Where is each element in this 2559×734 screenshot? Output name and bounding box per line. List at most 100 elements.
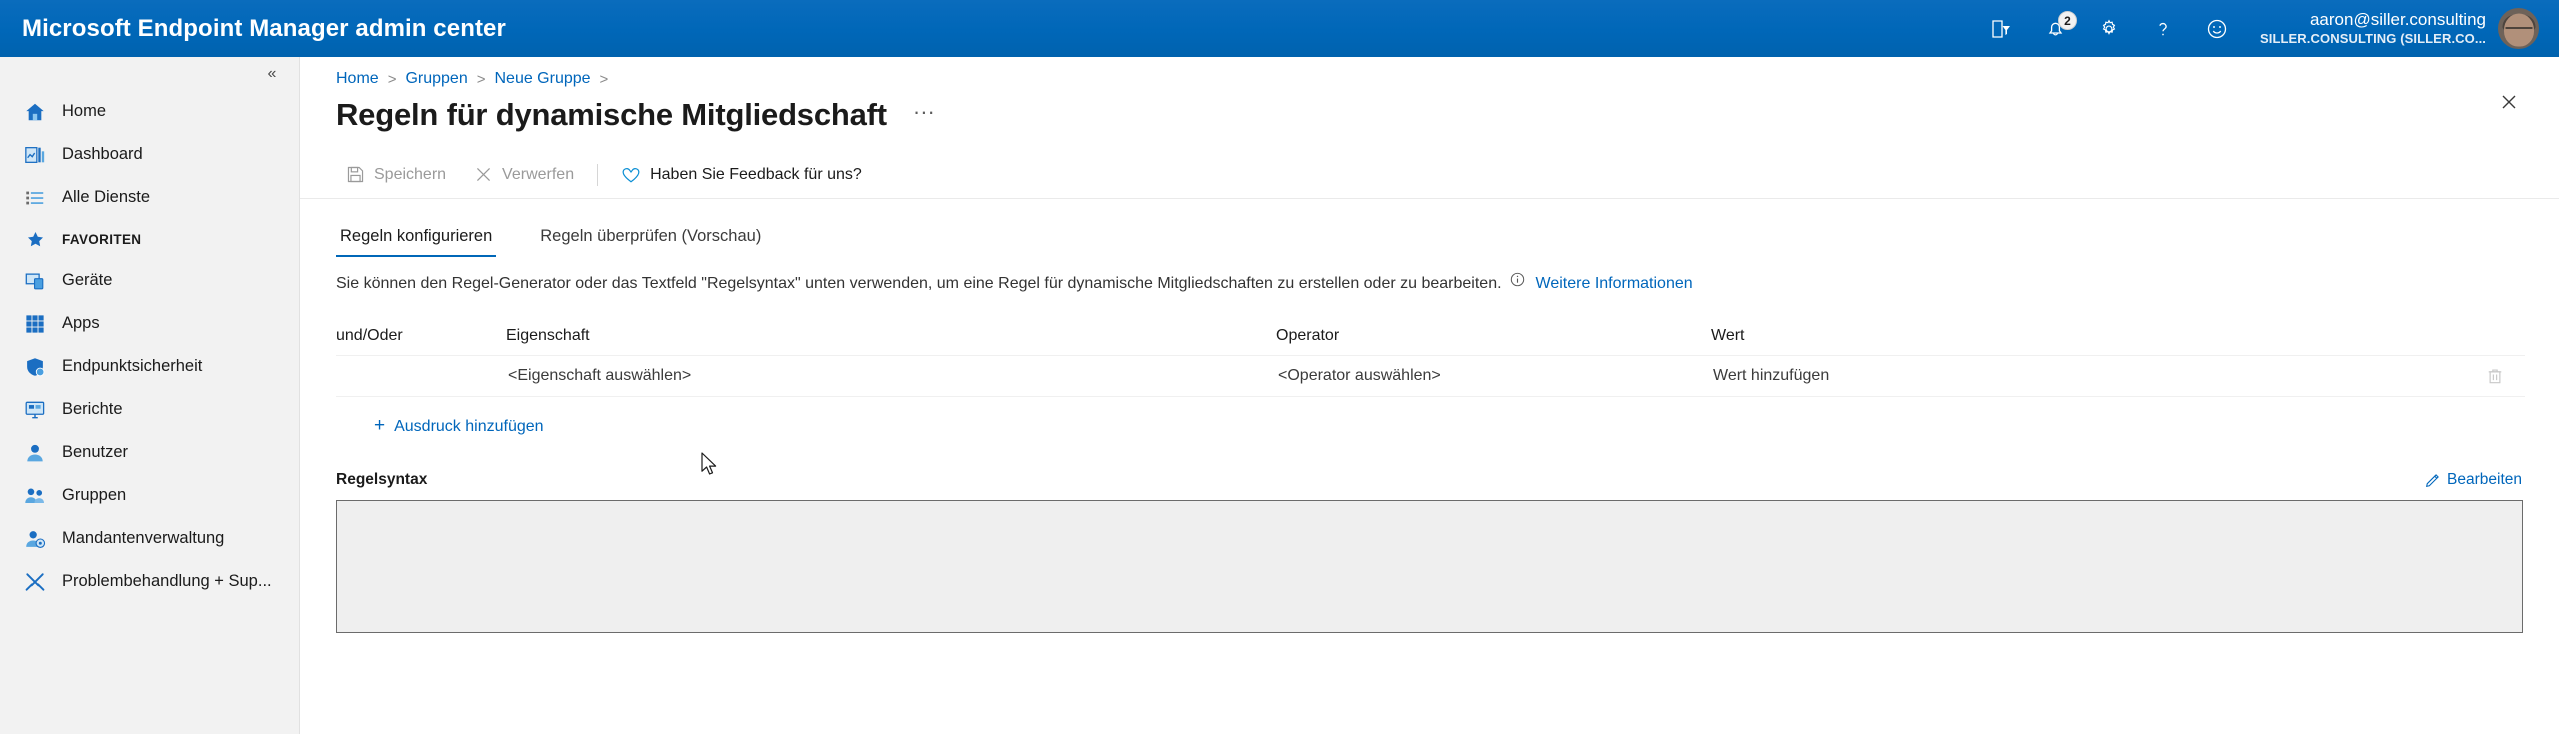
rule-syntax-label: Regelsyntax bbox=[336, 471, 428, 488]
page-title: Regeln für dynamische Mitgliedschaft bbox=[336, 97, 887, 132]
sidebar-item-dashboard[interactable]: Dashboard bbox=[0, 133, 299, 176]
sidebar-item-all-services[interactable]: Alle Dienste bbox=[0, 176, 299, 219]
sidebar-item-label: Problembehandlung + Sup... bbox=[62, 572, 272, 590]
main-content: Home > Gruppen > Neue Gruppe > Regeln fü… bbox=[300, 57, 2559, 734]
save-button[interactable]: Speichern bbox=[334, 157, 458, 193]
more-options-icon[interactable]: ··· bbox=[907, 100, 941, 131]
tab-regeln-konfigurieren[interactable]: Regeln konfigurieren bbox=[336, 227, 497, 257]
breadcrumb-separator: > bbox=[476, 70, 486, 88]
command-divider bbox=[597, 163, 599, 186]
sidebar-item-label: Geräte bbox=[62, 271, 113, 289]
reports-icon bbox=[22, 397, 48, 423]
sidebar-item-label: Gruppen bbox=[62, 486, 127, 504]
app-brand-title: Microsoft Endpoint Manager admin center bbox=[22, 14, 506, 42]
cloud-shell-icon[interactable] bbox=[1974, 0, 2028, 57]
delete-row-icon[interactable] bbox=[2479, 360, 2511, 392]
feedback-button-label: Haben Sie Feedback für uns? bbox=[650, 165, 862, 183]
collapse-sidebar-icon[interactable]: « bbox=[261, 63, 283, 85]
more-information-link[interactable]: Weitere Informationen bbox=[1536, 275, 1693, 293]
account-email: aaron@siller.consulting bbox=[2309, 10, 2486, 30]
sidebar-item-label: Benutzer bbox=[62, 443, 129, 461]
account-organization: SILLER.CONSULTING (SILLER.CO... bbox=[2259, 30, 2486, 46]
rule-builder-table: und/Oder Eigenschaft Operator Wert <Eige… bbox=[300, 317, 2559, 440]
info-circle-icon[interactable] bbox=[1510, 272, 1525, 287]
cell-property: <Eigenschaft auswählen> bbox=[506, 367, 1276, 385]
home-icon bbox=[22, 99, 48, 125]
feedback-button[interactable]: Haben Sie Feedback für uns? bbox=[609, 157, 874, 193]
column-header-value: Wert bbox=[1711, 327, 1745, 344]
breadcrumb-item-gruppen[interactable]: Gruppen bbox=[405, 70, 467, 88]
sidebar-section-label: FAVORITEN bbox=[62, 231, 142, 247]
command-bar: Speichern Verwerfen Haben Sie Feedback f… bbox=[300, 151, 2559, 199]
help-question-icon[interactable] bbox=[2136, 0, 2190, 57]
apps-icon bbox=[22, 311, 48, 337]
rule-syntax-header: Regelsyntax Bearbeiten bbox=[336, 468, 2525, 492]
troubleshooting-icon bbox=[22, 569, 48, 595]
account-text: aaron@siller.consulting SILLER.CONSULTIN… bbox=[2260, 10, 2486, 47]
description-text: Sie können den Regel-Generator oder das … bbox=[336, 275, 1502, 292]
sidebar-item-label: Dashboard bbox=[62, 145, 143, 163]
star-icon bbox=[22, 226, 48, 252]
breadcrumb-item-home[interactable]: Home bbox=[336, 70, 379, 88]
breadcrumb-item-neue-gruppe[interactable]: Neue Gruppe bbox=[494, 70, 590, 88]
feedback-smiley-icon[interactable] bbox=[2190, 0, 2244, 57]
groups-icon bbox=[22, 483, 48, 509]
sidebar-collapse-row: « bbox=[0, 57, 299, 90]
table-header-row: und/Oder Eigenschaft Operator Wert bbox=[336, 317, 2525, 355]
sidebar: « Home Dashboard Alle Dienste FAVORITEN … bbox=[0, 57, 300, 734]
sidebar-item-label: Alle Dienste bbox=[62, 188, 151, 206]
sidebar-item-reports[interactable]: Berichte bbox=[0, 388, 299, 431]
add-expression-button[interactable]: + Ausdruck hinzufügen bbox=[370, 413, 548, 440]
sidebar-item-home[interactable]: Home bbox=[0, 90, 299, 133]
devices-icon bbox=[22, 268, 48, 294]
heart-icon bbox=[621, 165, 641, 185]
plus-icon: + bbox=[374, 415, 386, 436]
tab-regeln-ueberpruefen[interactable]: Regeln überprüfen (Vorschau) bbox=[536, 227, 765, 257]
sidebar-item-users[interactable]: Benutzer bbox=[0, 431, 299, 474]
edit-syntax-button[interactable]: Bearbeiten bbox=[2422, 468, 2525, 492]
sidebar-item-devices[interactable]: Geräte bbox=[0, 259, 299, 302]
dashboard-icon bbox=[22, 142, 48, 168]
property-select[interactable]: <Eigenschaft auswählen> bbox=[506, 363, 693, 388]
rule-syntax-textarea[interactable] bbox=[336, 500, 2523, 633]
cell-operator: <Operator auswählen> bbox=[1276, 367, 1711, 385]
sidebar-item-groups[interactable]: Gruppen bbox=[0, 474, 299, 517]
all-services-icon bbox=[22, 185, 48, 211]
tenant-admin-icon bbox=[22, 526, 48, 552]
header-actions: 2 aaron@siller.consulting SILLER.CONSULT… bbox=[1974, 0, 2559, 57]
breadcrumb: Home > Gruppen > Neue Gruppe > bbox=[300, 57, 2559, 88]
column-header-andor: und/Oder bbox=[336, 327, 403, 344]
sidebar-item-label: Endpunktsicherheit bbox=[62, 357, 203, 375]
endpoint-security-icon bbox=[22, 354, 48, 380]
save-button-label: Speichern bbox=[374, 165, 447, 183]
description-row: Sie können den Regel-Generator oder das … bbox=[300, 257, 2559, 293]
cell-value: Wert hinzufügen bbox=[1711, 367, 2465, 385]
notifications-bell-icon[interactable]: 2 bbox=[2028, 0, 2082, 57]
title-row: Regeln für dynamische Mitgliedschaft ··· bbox=[300, 88, 2559, 133]
value-input[interactable]: Wert hinzufügen bbox=[1711, 363, 1831, 388]
table-row: <Eigenschaft auswählen> <Operator auswäh… bbox=[336, 355, 2525, 397]
sidebar-item-tenant-administration[interactable]: Mandantenverwaltung bbox=[0, 517, 299, 560]
sidebar-item-label: Mandantenverwaltung bbox=[62, 529, 225, 547]
save-disk-icon bbox=[346, 165, 365, 184]
discard-button-label: Verwerfen bbox=[502, 165, 575, 183]
sidebar-section-favorites: FAVORITEN bbox=[0, 219, 299, 259]
close-icon[interactable] bbox=[2489, 82, 2529, 122]
tab-bar: Regeln konfigurieren Regeln überprüfen (… bbox=[300, 211, 2559, 257]
app-header: Microsoft Endpoint Manager admin center … bbox=[0, 0, 2559, 57]
account-menu[interactable]: aaron@siller.consulting SILLER.CONSULTIN… bbox=[2244, 0, 2549, 57]
discard-button[interactable]: Verwerfen bbox=[462, 157, 586, 193]
sidebar-item-troubleshooting-support[interactable]: Problembehandlung + Sup... bbox=[0, 560, 299, 603]
column-header-operator: Operator bbox=[1276, 327, 1340, 344]
operator-select[interactable]: <Operator auswählen> bbox=[1276, 363, 1443, 388]
sidebar-item-apps[interactable]: Apps bbox=[0, 302, 299, 345]
avatar[interactable] bbox=[2498, 8, 2539, 49]
settings-gear-icon[interactable] bbox=[2082, 0, 2136, 57]
breadcrumb-separator: > bbox=[599, 70, 609, 88]
pencil-icon bbox=[2425, 473, 2440, 488]
sidebar-item-endpoint-security[interactable]: Endpunktsicherheit bbox=[0, 345, 299, 388]
close-x-icon bbox=[474, 165, 493, 184]
sidebar-item-label: Berichte bbox=[62, 400, 123, 418]
notification-count-badge: 2 bbox=[2057, 11, 2077, 30]
breadcrumb-separator: > bbox=[387, 70, 397, 88]
